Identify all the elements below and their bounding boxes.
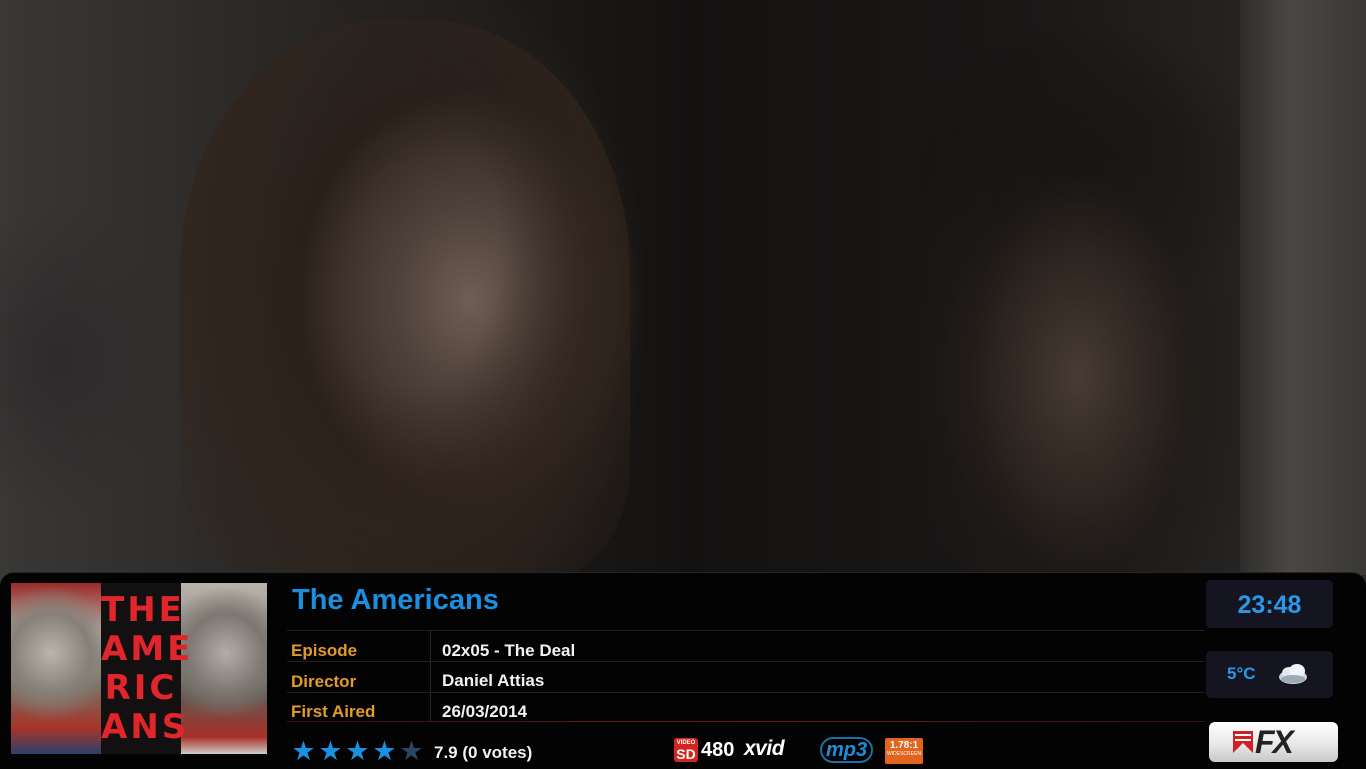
poster-title-line: THE [101, 590, 185, 630]
rating-stars: ★ ★ ★ ★ ★ [290, 737, 425, 765]
aspect-ratio-value: 1.78:1 [889, 740, 919, 751]
clock-widget: 23:48 [1206, 580, 1333, 628]
video-flag-def: SD [676, 746, 696, 762]
star-icon: ★ [399, 736, 424, 766]
codec-flag: xvid [744, 737, 785, 760]
resolution-flag: 480 [701, 739, 735, 761]
audio-codec-flag: mp3 [820, 737, 874, 763]
details-bottom-divider [287, 721, 1205, 722]
details-value: Daniel Attias [442, 671, 545, 690]
poster-title-line: RIC [104, 668, 178, 708]
details-value: 02x05 - The Deal [442, 641, 576, 660]
poster-title: THE AME RIC ANS [101, 590, 194, 747]
details-label: Episode [291, 641, 358, 660]
details-value: 26/03/2014 [442, 702, 528, 721]
aspect-ratio-flag: 1.78:1 WIDESCREEN [885, 738, 923, 764]
details-row-director: Director Daniel Attias [287, 661, 1205, 692]
poster-title-line: AME [101, 629, 194, 669]
show-poster: THE AME RIC ANS [11, 583, 267, 754]
star-icon: ★ [318, 736, 343, 766]
weather-widget: 5°C [1206, 651, 1333, 698]
aspect-ratio-sub: WIDESCREEN [887, 751, 921, 757]
star-icon: ★ [291, 736, 316, 766]
video-door-edge [1240, 0, 1366, 575]
clock-time: 23:48 [1237, 591, 1302, 619]
details-row-episode: Episode 02x05 - The Deal [287, 630, 1205, 661]
star-icon: ★ [345, 736, 370, 766]
video-figure-left [180, 20, 630, 580]
video-sd-flag: VIDEO SD [674, 738, 698, 762]
network-logo: FX [1209, 722, 1338, 762]
cloud-icon [1279, 664, 1307, 684]
flag-icon [1233, 731, 1253, 753]
video-figure-right [905, 60, 1255, 580]
show-title: The Americans [292, 584, 499, 616]
poster-title-line: ANS [101, 707, 190, 747]
star-icon: ★ [372, 736, 397, 766]
rating-text: 7.9 (0 votes) [434, 743, 533, 762]
details-label: First Aired [291, 702, 376, 721]
weather-temp: 5°C [1227, 664, 1256, 683]
details-label: Director [291, 672, 357, 691]
poster-face-left [11, 583, 101, 754]
poster-face-right [181, 583, 267, 754]
network-name: FX [1255, 724, 1294, 760]
details-row-first-aired: First Aired 26/03/2014 [287, 692, 1205, 723]
